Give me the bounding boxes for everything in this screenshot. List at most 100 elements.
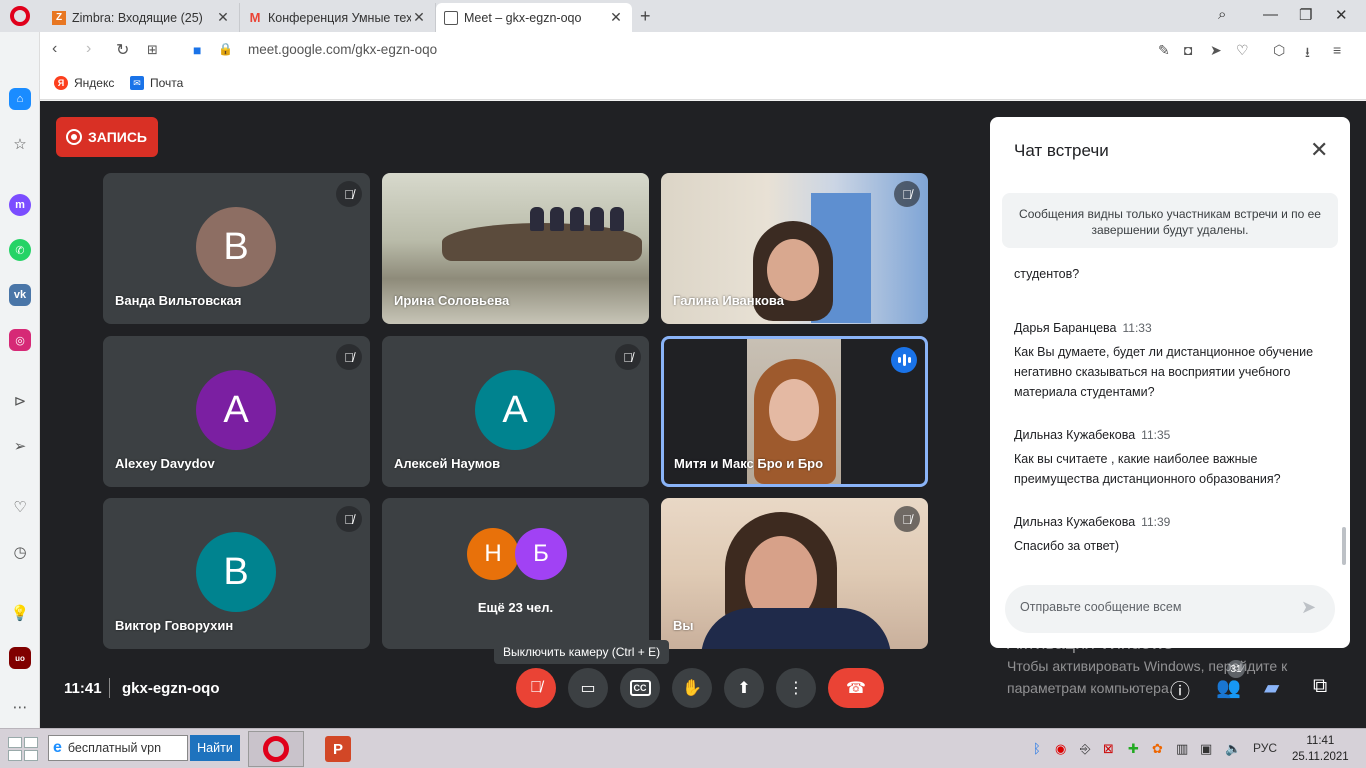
history-icon[interactable]: ◷ [9, 541, 31, 563]
messenger-icon[interactable]: m [9, 194, 31, 216]
meet-icon [444, 10, 458, 25]
reload-icon[interactable]: ↻ [116, 40, 129, 60]
taskbar-powerpoint[interactable]: P [310, 731, 366, 767]
new-tab-icon[interactable]: + [640, 6, 651, 27]
bookmark-icon[interactable]: ☆ [9, 133, 31, 155]
opera-menu-icon[interactable] [10, 6, 30, 26]
edit-icon[interactable]: ✎ [1158, 42, 1170, 59]
more-participants-tile[interactable]: Н Б Ещё 23 чел. [382, 498, 649, 649]
camera-indicator-icon[interactable]: ■ [193, 42, 201, 58]
antivirus-icon[interactable]: ◉ [1055, 741, 1066, 757]
maximize-icon[interactable]: ❐ [1299, 6, 1312, 24]
close-tab-icon[interactable]: ✕ [608, 9, 624, 26]
leave-call-button[interactable]: ☎ [828, 668, 884, 708]
download-icon[interactable]: ⭳ [1305, 42, 1310, 66]
heart-icon[interactable]: ♡ [9, 496, 31, 518]
tray-app-icon[interactable]: ⎆ [1080, 741, 1090, 757]
extensions-icon[interactable]: ⬡ [1273, 42, 1285, 59]
mic-toggle-button[interactable]: 🎙̸ [516, 668, 556, 708]
tab-meet[interactable]: Meet – gkx-egzn-oqo ✕ [436, 3, 632, 32]
home-icon[interactable]: ⌂ [9, 88, 31, 110]
vk-icon[interactable]: vk [9, 284, 31, 306]
tab-title: Meet – gkx-egzn-oqo [464, 10, 582, 25]
bookmark-yandex[interactable]: Я Яндекс [54, 76, 114, 90]
captions-button[interactable]: CC [620, 668, 660, 708]
instagram-icon[interactable]: ◎ [9, 329, 31, 351]
system-clock[interactable]: 11:41 25.11.2021 [1292, 733, 1349, 765]
language-indicator[interactable]: РУС [1253, 741, 1277, 755]
avatar: В [196, 207, 276, 287]
bluetooth-icon[interactable]: ᛒ [1033, 741, 1041, 756]
present-button[interactable]: ⬆ [724, 668, 764, 708]
record-label: ЗАПИСЬ [88, 129, 147, 145]
tray-app-icon[interactable]: ⊠ [1103, 741, 1114, 757]
close-tab-icon[interactable]: ✕ [215, 9, 231, 26]
url-field[interactable]: meet.google.com/gkx-egzn-oqo [248, 42, 437, 57]
minimize-icon[interactable]: — [1263, 6, 1278, 23]
player-icon[interactable]: ⊳ [9, 390, 31, 412]
yandex-icon: Я [54, 76, 68, 90]
tray-app-icon[interactable]: ▥ [1176, 741, 1188, 757]
participant-tile[interactable]: В 🎙̸ Ванда Вильтовская [103, 173, 370, 324]
heart-icon[interactable]: ♡ [1236, 42, 1249, 59]
recording-badge[interactable]: ЗАПИСЬ [56, 117, 158, 157]
video-person [590, 207, 604, 231]
easy-setup-icon[interactable]: ≡ [1333, 42, 1341, 58]
mic-off-icon: 🎙̸ [530, 679, 542, 696]
activities-icon[interactable]: ⧉ [1313, 675, 1327, 698]
participant-tile-speaking[interactable]: Митя и Макс Бро и Бро [661, 336, 928, 487]
tray-app-icon[interactable]: ✿ [1152, 741, 1163, 757]
ublock-icon[interactable]: uo [9, 647, 31, 669]
start-button[interactable] [8, 737, 38, 761]
more-options-button[interactable]: ⋮ [776, 668, 816, 708]
raise-hand-button[interactable]: ✋ [672, 668, 712, 708]
participant-name: Галина Иванкова [673, 293, 784, 308]
tray-app-icon[interactable]: ✚ [1128, 741, 1139, 757]
powerpoint-icon: P [325, 736, 351, 762]
more-icon[interactable]: ⋯ [9, 696, 31, 718]
snapshot-icon[interactable]: ◘ [1184, 42, 1192, 58]
tab-zimbra[interactable]: Z Zimbra: Входящие (25) ✕ [44, 3, 240, 32]
chat-message-input[interactable] [1020, 600, 1280, 614]
tab-title: Конференция Умные техн [268, 10, 411, 25]
chat-scrollbar[interactable] [1342, 527, 1346, 565]
self-tile[interactable]: 🎙̸ Вы [661, 498, 928, 649]
back-icon[interactable]: ‹ [52, 40, 57, 58]
participant-tile[interactable]: А 🎙̸ Алексей Наумов [382, 336, 649, 487]
close-window-icon[interactable]: ✕ [1335, 6, 1348, 24]
camera-toggle-button[interactable]: ▭ [568, 668, 608, 708]
send-icon[interactable]: ➢ [9, 435, 31, 457]
search-tabs-icon[interactable]: ⌕ [1218, 6, 1226, 23]
send-icon[interactable]: ➤ [1301, 597, 1316, 618]
close-icon[interactable]: ✕ [1310, 137, 1328, 163]
participant-tile[interactable]: 🎙̸ Галина Иванкова [661, 173, 928, 324]
forward-icon[interactable]: › [86, 40, 91, 58]
tab-gmail[interactable]: M Конференция Умные техн ✕ [240, 3, 436, 32]
taskbar-opera[interactable] [248, 731, 304, 767]
participant-tile[interactable]: Ирина Соловьева [382, 173, 649, 324]
tips-icon[interactable]: 💡 [9, 602, 31, 624]
tabs-grid-icon[interactable]: ⊞ [147, 42, 158, 58]
participant-tile[interactable]: В 🎙̸ Виктор Говорухин [103, 498, 370, 649]
participant-tile[interactable]: A 🎙̸ Alexey Davydov [103, 336, 370, 487]
taskbar-search-input[interactable] [67, 741, 168, 755]
message-author: Дильназ Кужабекова [1014, 428, 1136, 442]
avatar: Н [467, 528, 519, 580]
camera-tooltip: Выключить камеру (Ctrl + E) [494, 640, 670, 664]
bookmarks-bar: Я Яндекс ✉ Почта [40, 68, 1366, 100]
close-tab-icon[interactable]: ✕ [411, 9, 427, 26]
avatar: A [196, 370, 276, 450]
whatsapp-icon[interactable]: ✆ [9, 239, 31, 261]
network-icon[interactable]: ▣ [1200, 741, 1212, 757]
search-button[interactable]: Найти [190, 735, 240, 761]
video-person [610, 207, 624, 231]
record-icon [66, 129, 82, 145]
participant-name: Ирина Соловьева [394, 293, 510, 308]
participant-name: Виктор Говорухин [115, 618, 234, 633]
present-icon: ⬆ [737, 680, 751, 697]
lock-icon[interactable]: 🔒 [218, 42, 233, 56]
send-icon[interactable]: ➤ [1210, 42, 1222, 59]
bookmark-mail[interactable]: ✉ Почта [130, 76, 183, 90]
windows-logo-pane [8, 737, 22, 748]
volume-icon[interactable]: 🔈 [1225, 741, 1241, 757]
